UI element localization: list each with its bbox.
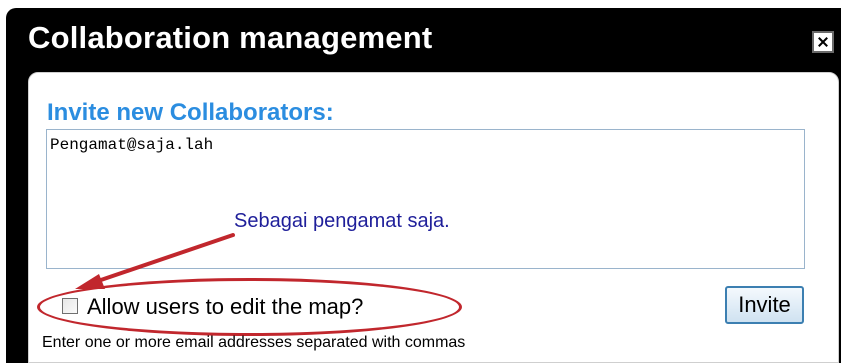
dialog-title: Collaboration management [28, 20, 433, 55]
close-icon[interactable] [812, 31, 834, 53]
helper-text: Enter one or more email addresses separa… [42, 334, 466, 351]
collaboration-dialog: Collaboration management Invite new Coll… [6, 8, 841, 363]
allow-edit-checkbox[interactable] [62, 298, 78, 314]
invite-panel: Invite new Collaborators: Pengamat@saja.… [28, 72, 839, 363]
invite-button[interactable]: Invite [725, 286, 804, 324]
allow-edit-label[interactable]: Allow users to edit the map? [87, 294, 363, 320]
